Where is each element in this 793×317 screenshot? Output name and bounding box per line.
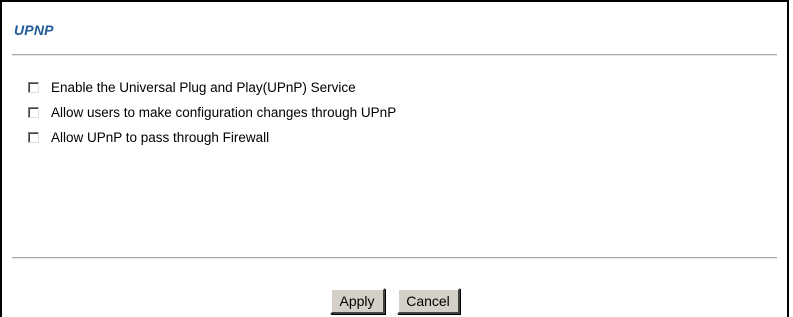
option-pass-through-firewall: Allow UPnP to pass through Firewall xyxy=(28,127,396,147)
buttons-divider xyxy=(12,257,777,259)
enable-upnp-checkbox[interactable] xyxy=(28,81,39,93)
upnp-settings-panel: UPNP Enable the Universal Plug and Play(… xyxy=(0,0,789,317)
title-divider xyxy=(12,54,777,56)
section-title: UPNP xyxy=(14,22,54,38)
allow-config-changes-label: Allow users to make configuration change… xyxy=(51,104,397,120)
options-list: Enable the Universal Plug and Play(UPnP)… xyxy=(28,77,396,152)
enable-upnp-label: Enable the Universal Plug and Play(UPnP)… xyxy=(51,79,356,95)
option-allow-config-changes: Allow users to make configuration change… xyxy=(28,102,396,122)
cancel-button[interactable]: Cancel xyxy=(396,288,460,314)
allow-config-changes-checkbox[interactable] xyxy=(28,106,39,118)
button-bar: Apply Cancel xyxy=(2,288,787,314)
pass-through-firewall-checkbox[interactable] xyxy=(28,131,39,143)
apply-button[interactable]: Apply xyxy=(329,288,385,314)
pass-through-firewall-label: Allow UPnP to pass through Firewall xyxy=(51,129,270,145)
option-enable-upnp: Enable the Universal Plug and Play(UPnP)… xyxy=(28,77,396,97)
